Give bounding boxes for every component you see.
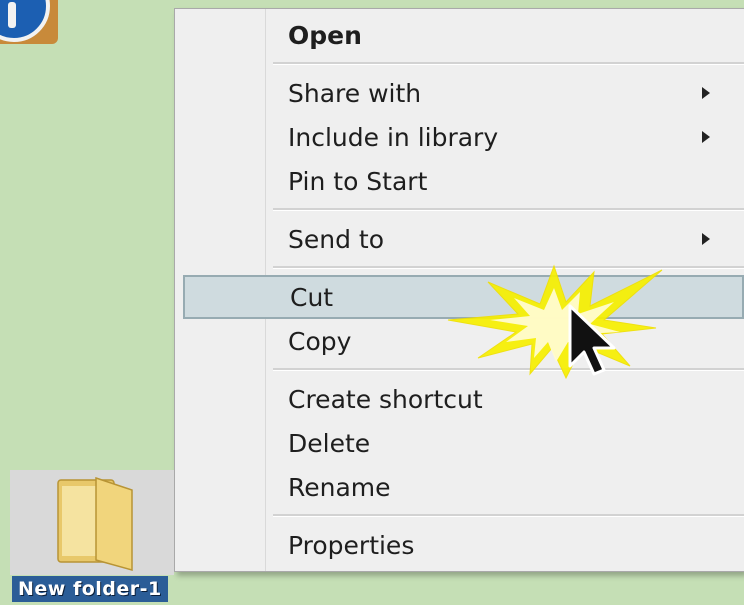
menu-item-pin-to-start[interactable]: Pin to Start <box>175 159 744 203</box>
menu-item-create-shortcut[interactable]: Create shortcut <box>175 377 744 421</box>
menu-separator <box>273 266 744 269</box>
menu-item-label: Pin to Start <box>288 167 428 196</box>
menu-item-label: Send to <box>288 225 385 254</box>
menu-item-copy[interactable]: Copy <box>175 319 744 363</box>
menu-item-open[interactable]: Open <box>175 13 744 57</box>
folder-icon[interactable] <box>10 470 174 575</box>
menu-item-label: Share with <box>288 79 422 108</box>
menu-item-label: Delete <box>288 429 371 458</box>
menu-item-share-with[interactable]: Share with <box>175 71 744 115</box>
menu-item-rename[interactable]: Rename <box>175 465 744 509</box>
menu-item-label: Rename <box>288 473 391 502</box>
chevron-right-icon <box>702 233 710 245</box>
menu-separator <box>273 514 744 517</box>
menu-item-label: Copy <box>288 327 352 356</box>
menu-separator <box>273 368 744 371</box>
menu-separator <box>273 208 744 211</box>
partial-app-icon[interactable] <box>0 0 58 44</box>
chevron-right-icon <box>702 131 710 143</box>
menu-item-send-to[interactable]: Send to <box>175 217 744 261</box>
menu-item-label: Open <box>288 21 362 50</box>
chevron-right-icon <box>702 87 710 99</box>
menu-item-cut[interactable]: Cut <box>183 275 744 319</box>
folder-graphic-icon <box>57 476 133 571</box>
menu-item-label: Create shortcut <box>288 385 483 414</box>
context-menu: Open Share with Include in library Pin t… <box>174 8 744 572</box>
folder-name-label[interactable]: New folder-1 <box>12 576 168 602</box>
menu-item-properties[interactable]: Properties <box>175 523 744 567</box>
menu-item-label: Properties <box>288 531 415 560</box>
menu-item-include-in-library[interactable]: Include in library <box>175 115 744 159</box>
menu-separator <box>273 62 744 65</box>
app-icon-glyph <box>8 2 16 28</box>
menu-item-label: Include in library <box>288 123 499 152</box>
menu-item-label: Cut <box>290 283 334 312</box>
menu-item-delete[interactable]: Delete <box>175 421 744 465</box>
